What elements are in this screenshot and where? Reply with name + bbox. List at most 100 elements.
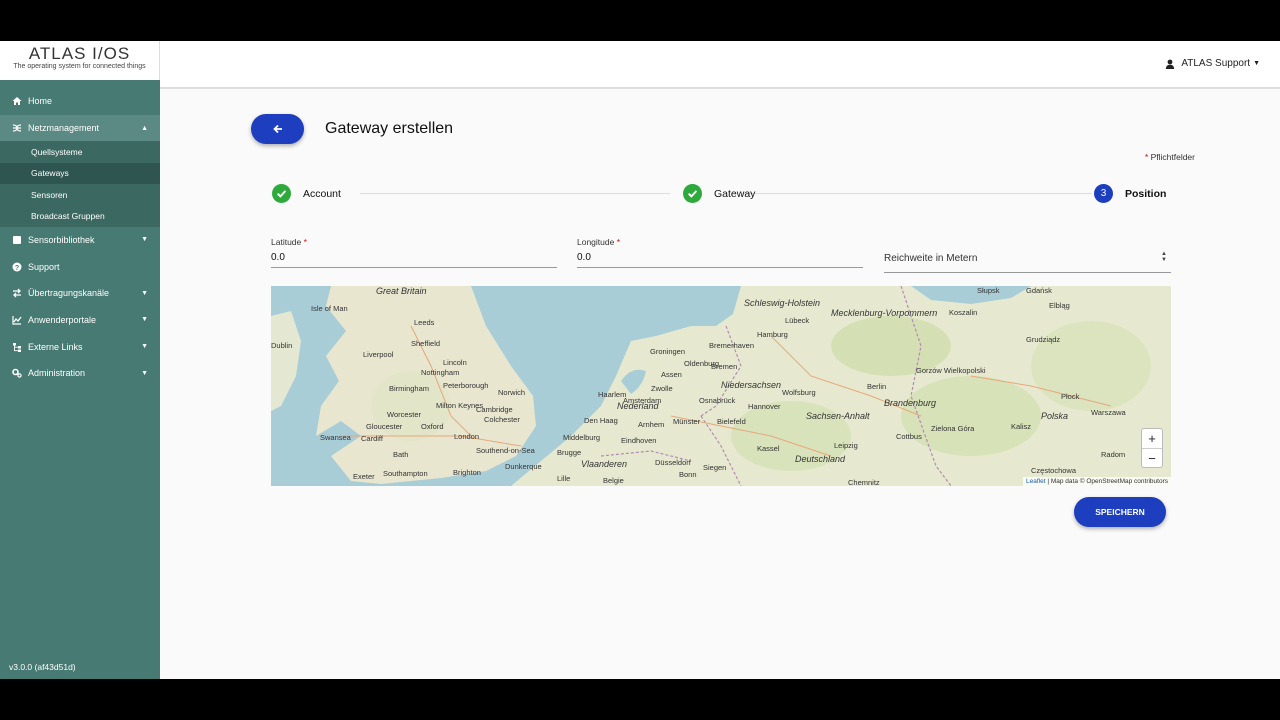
- map-label: Siegen: [703, 463, 727, 472]
- sidebar-subnav: Quellsysteme Gateways Sensoren Broadcast…: [0, 141, 160, 227]
- map-label: Middelburg: [563, 433, 601, 442]
- required-star: *: [616, 237, 621, 247]
- save-button[interactable]: SPEICHERN: [1074, 497, 1166, 527]
- user-menu[interactable]: ATLAS Support ▼: [1165, 58, 1260, 69]
- map-label: Den Haag: [584, 416, 618, 425]
- map-label: Gdańsk: [1026, 286, 1052, 295]
- map-label: Münster: [673, 417, 701, 426]
- map-label: Kalisz: [1011, 422, 1032, 431]
- help-icon: ?: [12, 262, 22, 272]
- map-label: Niedersachsen: [721, 380, 782, 390]
- map-label: Assen: [661, 370, 682, 379]
- back-button[interactable]: [251, 114, 304, 144]
- longitude-field[interactable]: Longitude * 0.0: [577, 237, 863, 268]
- latitude-input[interactable]: 0.0: [271, 252, 557, 268]
- sidebar-item-label: Anwenderportale: [28, 314, 97, 325]
- zoom-in-button[interactable]: +: [1142, 429, 1162, 448]
- sidebar-item-uebertragungskanaele[interactable]: Übertragungskanäle ▼: [0, 280, 160, 307]
- map-label: Kassel: [757, 444, 780, 453]
- map-label: Gloucester: [366, 422, 403, 431]
- map[interactable]: Great Britain Isle of Man Leeds Sheffiel…: [271, 286, 1171, 486]
- user-icon: [1165, 59, 1175, 69]
- map-label: Great Britain: [376, 286, 427, 296]
- step-gateway[interactable]: Gateway: [683, 184, 755, 203]
- map-attribution: Leaflet | Map data © OpenStreetMap contr…: [1023, 477, 1171, 486]
- latitude-field[interactable]: Latitude * 0.0: [271, 237, 557, 268]
- step-connector: [742, 193, 1092, 194]
- chevron-down-icon: ▼: [141, 343, 148, 351]
- map-label: Schleswig-Holstein: [744, 298, 821, 308]
- sidebar-item-externe-links[interactable]: Externe Links ▼: [0, 333, 160, 360]
- sidebar-item-administration[interactable]: Administration ▼: [0, 360, 160, 387]
- sidebar-item-netzmanagement[interactable]: Netzmanagement ▲: [0, 114, 160, 142]
- map-label: Bath: [393, 450, 409, 459]
- range-placeholder: Reichweite in Metern: [884, 253, 978, 264]
- map-label: Słupsk: [977, 286, 1000, 295]
- sidebar-subitem-sensoren[interactable]: Sensoren: [0, 184, 160, 205]
- sidebar-item-label: Support: [28, 261, 60, 272]
- map-label: Worcester: [387, 410, 422, 419]
- latitude-label-text: Latitude: [271, 237, 302, 247]
- step-account[interactable]: Account: [272, 184, 341, 203]
- step-position[interactable]: 3 Position: [1094, 184, 1166, 203]
- user-name: ATLAS Support: [1181, 58, 1251, 69]
- sidebar-subitem-quellsysteme[interactable]: Quellsysteme: [0, 141, 160, 162]
- stepper: Account Gateway 3 Position: [272, 184, 1166, 204]
- longitude-label-text: Longitude: [577, 237, 615, 247]
- map-label: Isle of Man: [311, 304, 348, 313]
- spinner-icon[interactable]: ▲ ▼: [1161, 251, 1167, 263]
- leaflet-link[interactable]: Leaflet: [1026, 478, 1046, 485]
- map-label: Cottbus: [896, 432, 922, 441]
- map-label: Lille: [557, 474, 571, 483]
- required-star: *: [1144, 152, 1149, 162]
- sidebar-item-home[interactable]: Home: [0, 88, 160, 115]
- required-note-text: Pflichtfelder: [1150, 152, 1195, 162]
- map-label: Płock: [1061, 392, 1080, 401]
- map-label: London: [454, 432, 480, 441]
- map-label: Southampton: [383, 469, 428, 478]
- sidebar-subitem-gateways[interactable]: Gateways: [0, 162, 160, 184]
- map-label: Lincoln: [443, 358, 467, 367]
- map-label: Exeter: [353, 472, 375, 481]
- logo-title: ATLAS I/OS: [28, 44, 131, 63]
- map-label: Swansea: [320, 433, 351, 442]
- home-icon: [12, 96, 22, 106]
- step-number: 3: [1094, 184, 1113, 203]
- step-label: Gateway: [714, 187, 756, 200]
- map-label: Gorzów Wielkopolski: [916, 366, 986, 375]
- map-label: Oxford: [421, 422, 444, 431]
- map-label: Nederland: [617, 401, 659, 411]
- logo[interactable]: ATLAS I/OS The operating system for conn…: [0, 41, 160, 80]
- svg-text:?: ?: [15, 264, 19, 271]
- arrow-left-icon: [272, 122, 283, 137]
- longitude-input[interactable]: 0.0: [577, 252, 863, 268]
- sidebar-item-support[interactable]: ? Support: [0, 253, 160, 280]
- map-label: Brandenburg: [884, 398, 937, 408]
- map-label: Radom: [1101, 450, 1126, 459]
- sitemap-icon: [12, 342, 22, 352]
- required-fields-note: * Pflichtfelder: [1145, 152, 1195, 162]
- map-label: Eindhoven: [621, 436, 657, 445]
- range-input[interactable]: Reichweite in Metern ▲ ▼: [884, 251, 1171, 273]
- sidebar-subitem-broadcast-gruppen[interactable]: Broadcast Gruppen: [0, 205, 160, 226]
- sidebar-item-sensorbibliothek[interactable]: Sensorbibliothek ▼: [0, 227, 160, 254]
- map-label: Leeds: [414, 318, 435, 327]
- map-label: Cambridge: [476, 405, 513, 414]
- map-label: Leipzig: [834, 441, 858, 450]
- chevron-down-icon: ▼: [141, 369, 148, 377]
- map-label: Berlin: [867, 382, 887, 391]
- sidebar: ATLAS I/OS The operating system for conn…: [0, 41, 160, 679]
- zoom-out-button[interactable]: −: [1142, 448, 1162, 467]
- longitude-label: Longitude *: [577, 237, 863, 247]
- map-label: Dunkerque: [505, 462, 542, 471]
- transfer-icon: [12, 288, 22, 298]
- required-star: *: [303, 237, 307, 247]
- map-label: Brugge: [557, 448, 582, 457]
- library-icon: [12, 235, 22, 245]
- logo-subtitle: The operating system for connected thing…: [13, 63, 146, 70]
- map-label: Lübeck: [785, 316, 810, 325]
- map-label: Norwich: [498, 388, 526, 397]
- map-label: Bonn: [679, 470, 697, 479]
- map-label: Bremerhaven: [709, 341, 755, 350]
- sidebar-item-anwenderportale[interactable]: Anwenderportale ▼: [0, 307, 160, 334]
